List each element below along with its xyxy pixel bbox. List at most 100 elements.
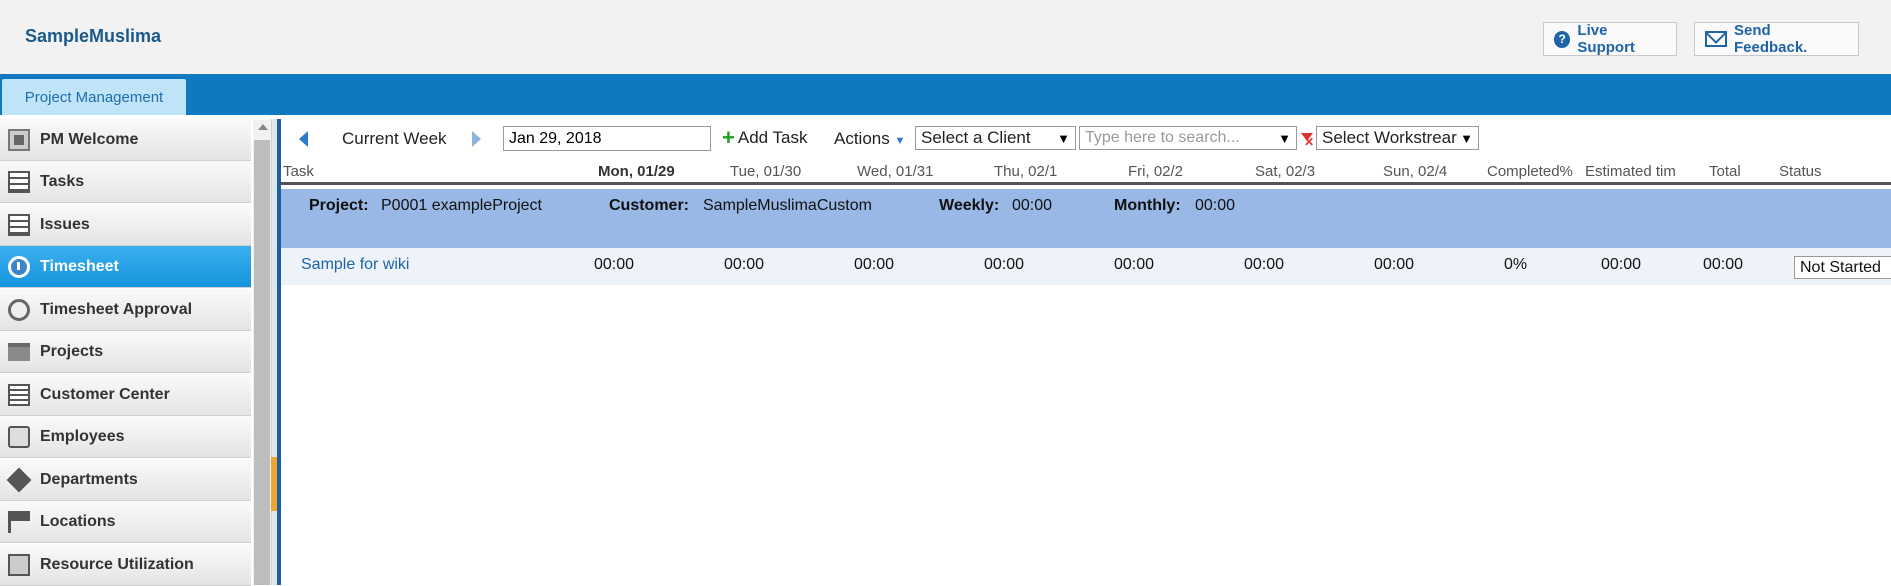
top-header: SampleMuslima ? Live Support Send Feedba… [0, 0, 1891, 74]
scroll-up-icon[interactable] [258, 124, 268, 130]
send-feedback-button[interactable]: Send Feedback. [1694, 22, 1859, 56]
task-name-link[interactable]: Sample for wiki [301, 256, 409, 274]
customer-value: SampleMuslimaCustom [703, 197, 872, 214]
sidebar-item-departments[interactable]: Departments [0, 459, 251, 501]
actions-label: Actions [834, 129, 890, 148]
completed-cell: 0% [1504, 256, 1528, 273]
monthly-value: 00:00 [1195, 197, 1236, 214]
total-cell: 00:00 [1703, 256, 1744, 273]
app-title: SampleMuslima [25, 26, 162, 46]
add-task-label: Add Task [737, 128, 808, 147]
sidebar-item-timesheet[interactable]: Timesheet [0, 246, 251, 288]
previous-week-arrow-icon[interactable] [299, 131, 308, 147]
sidebar-item-label: Tasks [40, 172, 85, 190]
sidebar-item-label: Departments [40, 470, 138, 488]
sidebar-item-label: Employees [40, 427, 125, 445]
column-header-estimated[interactable]: Estimated tim [1585, 163, 1676, 180]
dropdown-arrow-icon: ▼ [1460, 130, 1473, 146]
monthly-label: Monthly: [1114, 197, 1181, 214]
sidebar-item-tasks[interactable]: Tasks [0, 161, 251, 203]
people-icon [8, 553, 30, 576]
mon-hours-cell[interactable]: 00:00 [594, 256, 634, 274]
cube-icon [6, 467, 32, 492]
project-label: Project: [309, 197, 369, 214]
live-support-label: Live Support [1577, 22, 1635, 56]
search-input[interactable]: Type here to search... ▼ [1079, 126, 1297, 150]
sidebar-item-pm-welcome[interactable]: PM Welcome [0, 119, 251, 161]
weekly-value: 00:00 [1012, 197, 1053, 214]
week-date-input[interactable] [503, 126, 711, 151]
table-row: Sample for wiki 00:00 00:00 00:00 00:00 … [281, 248, 1891, 285]
mail-icon [1705, 31, 1727, 47]
workstream-select-value: Select Workstrear [1322, 128, 1457, 147]
dropdown-arrow-icon: ▼ [1057, 130, 1070, 146]
sidebar-item-label: Locations [40, 512, 116, 530]
column-header-mon[interactable]: Mon, 01/29 [598, 163, 675, 180]
timesheet-toolbar: Current Week + Add Task Actions ▼ Select… [281, 121, 1891, 157]
sidebar-item-label: Resource Utilization [40, 555, 194, 573]
chevron-down-icon: ▼ [894, 135, 906, 147]
clear-filter-icon[interactable] [1300, 133, 1314, 149]
clock-icon [8, 255, 30, 278]
sidebar-item-issues[interactable]: Issues [0, 204, 251, 246]
document-icon [8, 383, 30, 406]
sun-hours-cell[interactable]: 00:00 [1374, 256, 1414, 274]
sidebar-item-projects[interactable]: Projects [0, 331, 251, 373]
sidebar-item-label: Issues [40, 215, 90, 233]
search-placeholder: Type here to search... [1085, 129, 1240, 146]
column-header-wed[interactable]: Wed, 01/31 [857, 163, 933, 180]
add-task-button[interactable]: + Add Task [722, 125, 808, 150]
sidebar-item-customer-center[interactable]: Customer Center [0, 374, 251, 416]
project-summary-row: Project: P0001 exampleProject Customer: … [281, 189, 1891, 248]
column-header-task[interactable]: Task [283, 163, 314, 180]
current-week-button[interactable]: Current Week [342, 129, 447, 149]
sidebar-item-label: Customer Center [40, 385, 170, 403]
weekly-label: Weekly: [939, 197, 1000, 214]
sidebar-item-label: Timesheet [40, 257, 119, 275]
list-icon [8, 170, 30, 193]
list-icon [8, 213, 30, 236]
send-feedback-label: Send Feedback. [1733, 22, 1808, 56]
client-select[interactable]: Select a Client ▼ [915, 126, 1076, 150]
person-icon [8, 425, 30, 448]
check-icon [8, 298, 30, 321]
fri-hours-cell[interactable]: 00:00 [1114, 256, 1154, 274]
scrollbar-thumb[interactable] [254, 140, 270, 585]
sidebar-item-label: Timesheet Approval [40, 300, 193, 318]
live-support-button[interactable]: ? Live Support [1543, 22, 1677, 56]
column-header-thu[interactable]: Thu, 02/1 [994, 163, 1057, 180]
wed-hours-cell[interactable]: 00:00 [854, 256, 894, 274]
project-value: P0001 exampleProject [381, 197, 542, 214]
sidebar-item-label: PM Welcome [40, 130, 139, 148]
column-header-completed[interactable]: Completed% [1487, 163, 1573, 180]
column-header-total[interactable]: Total [1709, 163, 1741, 180]
next-week-arrow-icon[interactable] [472, 131, 481, 147]
sidebar-item-label: Projects [40, 342, 104, 360]
folder-icon [8, 342, 30, 361]
sidebar-item-timesheet-approval[interactable]: Timesheet Approval [0, 289, 251, 331]
column-header-status[interactable]: Status [1779, 163, 1822, 180]
thu-hours-cell[interactable]: 00:00 [984, 256, 1024, 274]
help-icon: ? [1554, 30, 1571, 48]
estimated-cell: 00:00 [1601, 256, 1642, 273]
status-select[interactable]: Not Started [1794, 256, 1891, 279]
tue-hours-cell[interactable]: 00:00 [724, 256, 764, 274]
actions-menu[interactable]: Actions ▼ [834, 129, 905, 149]
tab-project-management[interactable]: Project Management [2, 79, 186, 115]
column-header-tue[interactable]: Tue, 01/30 [730, 163, 801, 180]
customer-label: Customer: [609, 197, 690, 214]
client-select-value: Select a Client [921, 128, 1031, 147]
sat-hours-cell[interactable]: 00:00 [1244, 256, 1284, 274]
sidebar-item-employees[interactable]: Employees [0, 416, 251, 458]
column-header-sat[interactable]: Sat, 02/3 [1255, 163, 1315, 180]
column-header-fri[interactable]: Fri, 02/2 [1128, 163, 1183, 180]
sidebar: PM Welcome Tasks Issues Timesheet Timesh… [0, 119, 251, 586]
module-tab-bar: Project Management [0, 74, 1891, 115]
column-header-sun[interactable]: Sun, 02/4 [1383, 163, 1447, 180]
dropdown-arrow-icon: ▼ [1278, 130, 1291, 146]
timesheet-grid-header: Task Mon, 01/29 Tue, 01/30 Wed, 01/31 Th… [281, 160, 1891, 185]
workstream-select[interactable]: Select Workstrear ▼ [1316, 126, 1479, 150]
sidebar-item-resource-utilization[interactable]: Resource Utilization [0, 544, 251, 586]
plus-icon: + [722, 125, 735, 150]
sidebar-item-locations[interactable]: Locations [0, 501, 251, 543]
